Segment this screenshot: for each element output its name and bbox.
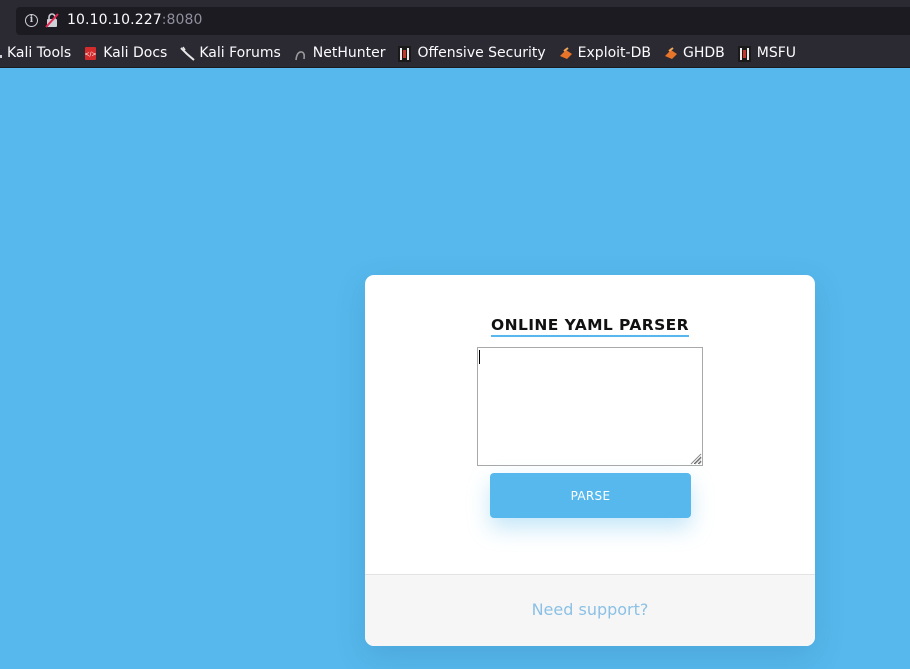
offensive-security-icon bbox=[398, 45, 412, 62]
msfu-icon bbox=[737, 45, 751, 62]
bookmark-label: Kali Tools bbox=[7, 45, 72, 61]
svg-text:</>: </> bbox=[85, 51, 97, 58]
bookmark-label: GHDB bbox=[682, 45, 725, 61]
bookmark-nethunter[interactable]: NetHunter bbox=[294, 42, 386, 64]
kali-forums-icon bbox=[180, 46, 195, 61]
exploit-db-icon bbox=[559, 46, 572, 61]
bookmark-kali-forums[interactable]: Kali Forums bbox=[180, 42, 281, 64]
url-text[interactable]: 10.10.10.227:8080 bbox=[67, 12, 203, 28]
bookmark-label: Exploit-DB bbox=[577, 45, 651, 61]
bookmark-offensive-security[interactable]: Offensive Security bbox=[398, 42, 546, 64]
page-title-text: ONLINE YAML PARSER bbox=[491, 316, 689, 337]
nethunter-icon bbox=[294, 46, 307, 61]
bookmark-ghdb[interactable]: GHDB bbox=[664, 42, 725, 64]
url-host: 10.10.10.227 bbox=[67, 12, 162, 28]
page-title: ONLINE YAML PARSER bbox=[365, 315, 815, 337]
kali-docs-icon: </> bbox=[84, 46, 97, 61]
resize-grip-icon[interactable] bbox=[689, 452, 702, 465]
bookmark-label: Kali Docs bbox=[103, 45, 168, 61]
kali-tools-icon bbox=[0, 46, 2, 61]
card-footer: Need support? bbox=[365, 574, 815, 646]
bookmark-label: MSFU bbox=[756, 45, 796, 61]
bookmark-exploit-db[interactable]: Exploit-DB bbox=[559, 42, 651, 64]
yaml-parser-card: ONLINE YAML PARSER PARSE Need support? bbox=[365, 275, 815, 646]
bookmark-kali-docs[interactable]: </> Kali Docs bbox=[84, 42, 168, 64]
text-cursor bbox=[479, 350, 480, 364]
browser-chrome: i 10.10.10.227:8080 Kali Tools </> Kali … bbox=[0, 0, 910, 68]
info-icon[interactable]: i bbox=[25, 14, 38, 27]
ghdb-icon bbox=[664, 46, 677, 61]
need-support-link[interactable]: Need support? bbox=[532, 600, 649, 619]
yaml-input[interactable] bbox=[477, 347, 703, 466]
address-bar[interactable]: i 10.10.10.227:8080 bbox=[16, 7, 910, 35]
bookmark-msfu[interactable]: MSFU bbox=[737, 42, 796, 64]
url-port: :8080 bbox=[161, 12, 203, 28]
bookmark-label: NetHunter bbox=[312, 45, 386, 61]
bookmarks-toolbar: Kali Tools </> Kali Docs Kali Forums Net… bbox=[0, 42, 809, 64]
parse-button[interactable]: PARSE bbox=[490, 473, 691, 518]
bookmark-label: Kali Forums bbox=[199, 45, 281, 61]
insecure-lock-icon[interactable] bbox=[45, 13, 59, 28]
bookmark-kali-tools[interactable]: Kali Tools bbox=[0, 42, 71, 64]
bookmark-label: Offensive Security bbox=[417, 45, 546, 61]
